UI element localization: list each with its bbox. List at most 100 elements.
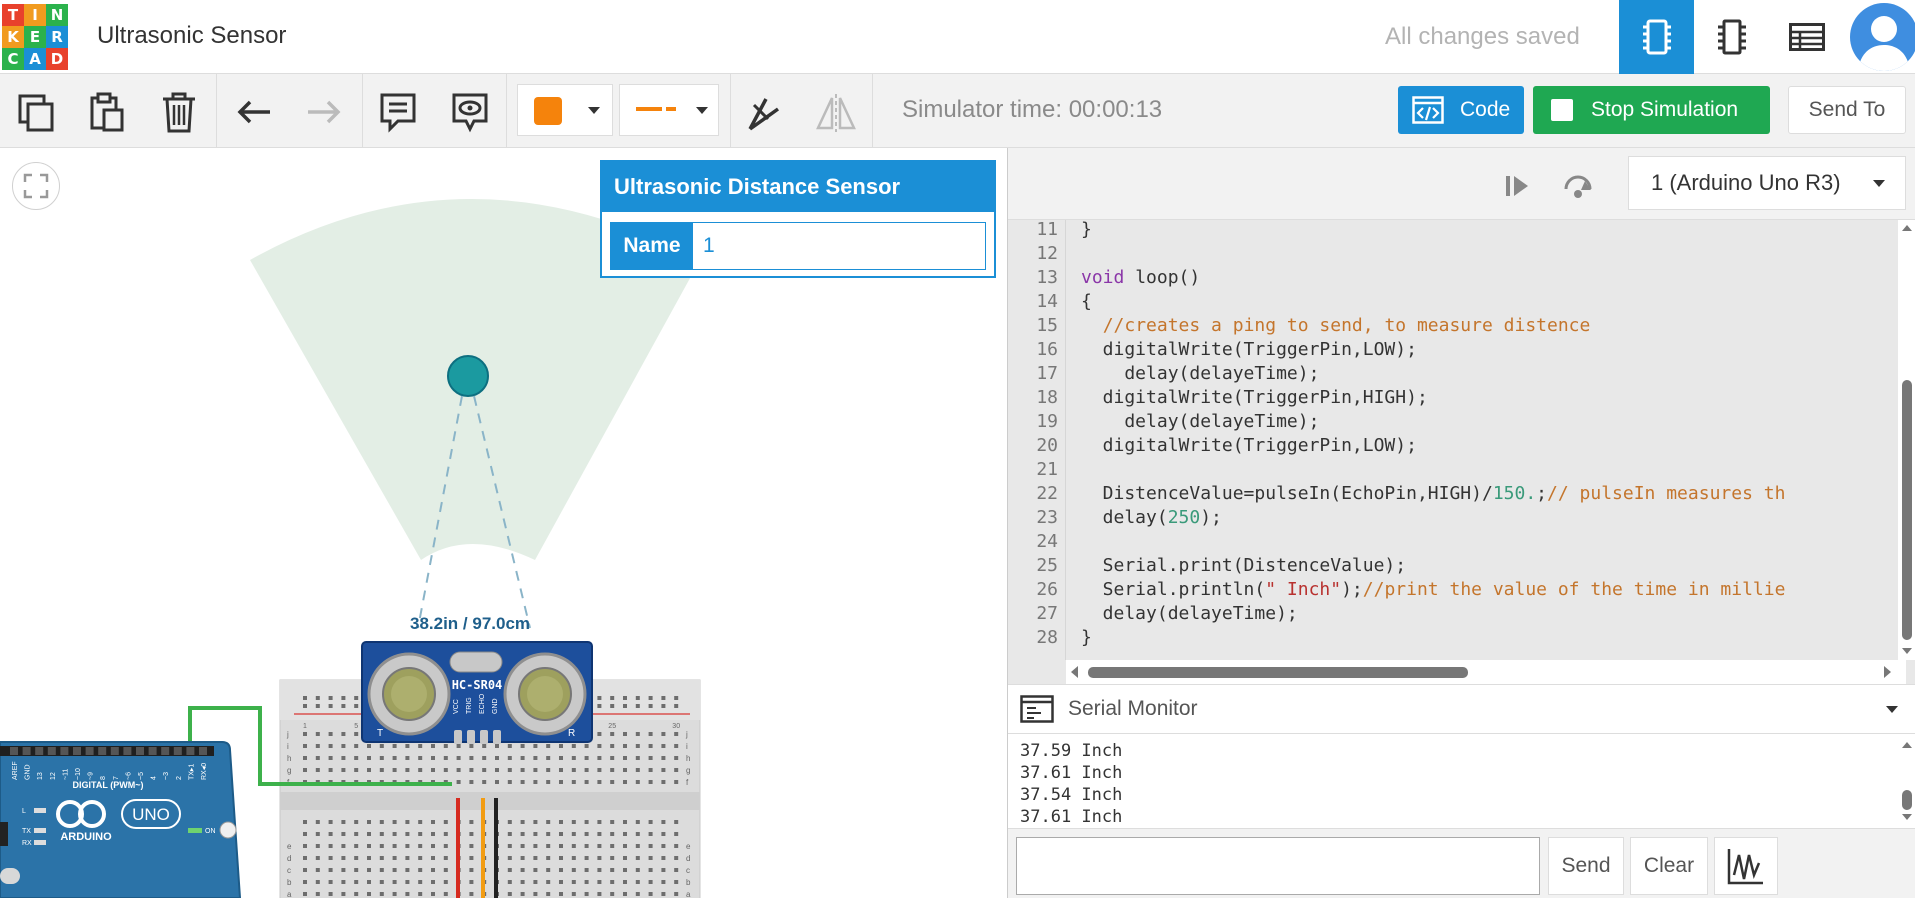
vertical-scrollbar-track (1902, 225, 1912, 654)
arduino-pin-socket[interactable] (136, 747, 144, 755)
circuit-view-button[interactable] (1619, 0, 1694, 74)
step-over-button[interactable] (1558, 166, 1598, 206)
breadboard-hole (418, 820, 423, 824)
mirror-button[interactable] (812, 88, 860, 136)
breadboard-hole (431, 844, 435, 848)
breadboard-hole (469, 768, 474, 772)
breadboard-hole (341, 732, 346, 736)
breadboard-hole (443, 832, 448, 836)
arduino-pin-label: 12 (50, 772, 57, 780)
serial-send-button[interactable]: Send (1548, 837, 1624, 895)
line-number: 19 (1036, 411, 1058, 432)
tinkercad-logo[interactable]: TINKERCAD (2, 4, 68, 70)
arduino-pin-socket[interactable] (161, 747, 170, 755)
serial-plot-button[interactable] (1714, 837, 1778, 895)
user-avatar[interactable] (1850, 3, 1915, 71)
undo-button[interactable] (230, 88, 278, 136)
code-line: 20 digitalWrite(TriggerPin,LOW); (1008, 434, 1906, 458)
sensor-pin[interactable] (467, 730, 475, 744)
serial-clear-button[interactable]: Clear (1630, 837, 1708, 895)
step-button[interactable] (1498, 166, 1538, 206)
breadboard-hole (674, 780, 679, 784)
breadboard-hole (623, 832, 627, 836)
breadboard-hole (520, 832, 525, 836)
toggle-notes-button[interactable] (446, 88, 494, 136)
code-line: 16 digitalWrite(TriggerPin,LOW); (1008, 338, 1906, 362)
code-button[interactable]: Code (1398, 86, 1524, 134)
code-editor[interactable]: 11} 12 13 void loop() 14{15 //creates a ping… (1008, 220, 1915, 684)
send-to-button[interactable]: Send To (1788, 86, 1906, 134)
breadboard-row-letter: d (287, 854, 291, 863)
line-number: 28 (1036, 627, 1058, 648)
code-text: delay( (1081, 507, 1168, 528)
copy-button[interactable] (12, 88, 60, 136)
logo-letter: T (2, 4, 24, 26)
breadboard-hole (597, 704, 602, 708)
arduino-pin-socket[interactable] (123, 747, 132, 755)
arduino-pin-socket[interactable] (60, 747, 69, 755)
code-comment: // pulseIn measures th (1547, 483, 1786, 504)
arduino-pin-socket[interactable] (35, 747, 44, 755)
breadboard-hole (443, 880, 448, 884)
breadboard-hole (303, 696, 307, 700)
code-text: } (1081, 627, 1092, 648)
wire-style-picker[interactable] (619, 84, 719, 136)
paste-button[interactable] (82, 88, 130, 136)
arduino-pin-socket[interactable] (47, 747, 56, 755)
wire-color-picker[interactable] (517, 84, 613, 136)
project-title[interactable]: Ultrasonic Sensor (97, 22, 286, 50)
breadboard-hole (495, 768, 499, 772)
delete-button[interactable] (155, 88, 203, 136)
schematic-view-button[interactable] (1694, 0, 1769, 74)
fit-view-button[interactable] (12, 162, 60, 210)
logo-letter: E (24, 26, 46, 48)
chevron-down-icon[interactable] (1886, 706, 1898, 713)
circuit-canvas[interactable]: aabbccddeeffgghhiijj 151015202530 HC-SR0… (0, 148, 1007, 898)
arduino-pin-socket[interactable] (98, 747, 107, 755)
save-status: All changes saved (1385, 23, 1580, 50)
add-note-button[interactable] (374, 88, 422, 136)
color-swatch (534, 97, 562, 125)
breadboard-hole (533, 880, 538, 884)
code-editor-icon (1412, 96, 1444, 124)
breadboard-hole (584, 756, 589, 760)
arduino-pin-socket[interactable] (110, 747, 119, 755)
editor-horizontal-scrollbar[interactable] (1066, 660, 1906, 684)
sensor-pin[interactable] (493, 730, 501, 744)
arduino-pin-socket[interactable] (10, 747, 18, 755)
breadboard-hole (456, 756, 461, 760)
serial-output: 37.59 Inch 37.61 Inch 37.54 Inch 37.61 Inch (1008, 734, 1915, 828)
redo-button[interactable] (300, 88, 348, 136)
sensor-pin[interactable] (480, 730, 488, 744)
serial-scrollbar[interactable] (1898, 734, 1915, 828)
component-list-button[interactable] (1769, 0, 1844, 74)
arduino-pin-socket[interactable] (85, 747, 94, 755)
breadboard-hole (482, 756, 487, 760)
breadboard-hole (341, 868, 346, 872)
sensor-pin[interactable] (454, 730, 462, 744)
breadboard-hole (456, 744, 461, 748)
serial-monitor-header[interactable]: Serial Monitor (1008, 684, 1915, 734)
breadboard-hole (507, 820, 512, 824)
stop-simulation-button[interactable]: Stop Simulation (1533, 86, 1770, 134)
code-line: 27 delay(delayeTime); (1008, 602, 1906, 626)
serial-input[interactable] (1016, 837, 1540, 895)
breadboard-hole (303, 832, 307, 836)
breadboard-hole (635, 744, 640, 748)
editor-vertical-scrollbar[interactable] (1898, 220, 1915, 660)
arduino-pin-socket[interactable] (173, 747, 182, 755)
device-select[interactable]: 1 (Arduino Uno R3) (1628, 156, 1906, 210)
arduino-pin-socket[interactable] (73, 747, 81, 755)
breadboard-hole (533, 844, 538, 848)
arduino-pin-socket[interactable] (22, 747, 31, 755)
breadboard-column-number: 30 (672, 723, 680, 730)
arduino-pin-socket[interactable] (199, 747, 207, 755)
line-number: 11 (1036, 220, 1058, 240)
arduino-pin-socket[interactable] (186, 747, 195, 755)
arduino-pin-socket[interactable] (148, 747, 157, 755)
component-name-input[interactable] (693, 223, 985, 269)
code-line: 26 Serial.println(" Inch");//print the v… (1008, 578, 1906, 602)
breadboard-hole (328, 856, 333, 860)
breadboard-hole (610, 768, 615, 772)
wire-tool-button[interactable] (740, 88, 788, 136)
